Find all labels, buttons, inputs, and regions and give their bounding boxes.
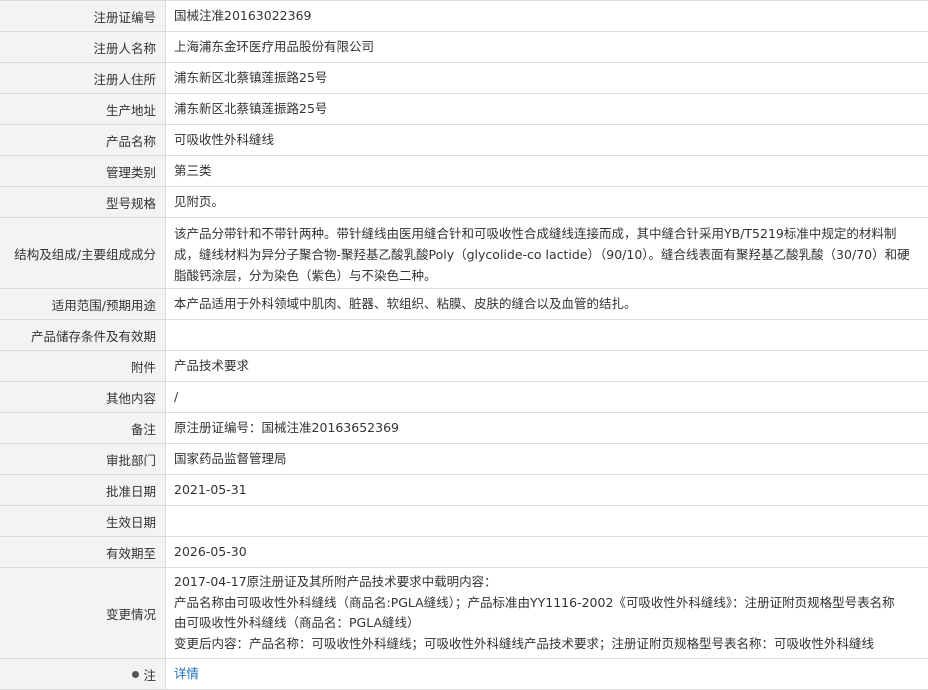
row-approval-department: 审批部门 国家药品监督管理局 [0,444,928,475]
value-structure-composition: 该产品分带针和不带针两种。带针缝线由医用缝合针和可吸收性合成缝线连接而成，其中缝… [174,226,910,283]
row-attachment: 附件 产品技术要求 [0,351,928,382]
value-intended-use: 本产品适用于外科领域中肌肉、脏器、软组织、粘膜、皮肤的缝合以及血管的结扎。 [174,295,637,311]
value-approval-department: 国家药品监督管理局 [174,450,287,466]
row-change-history: 变更情况 2017-04-17原注册证及其所附产品技术要求中载明内容： 产品名称… [0,568,928,659]
change-line-2: 产品名称由可吸收性外科缝线（商品名:PGLA缝线）；产品标准由YY1116-20… [174,594,895,610]
label-note: 注 [0,659,166,689]
bullet-icon [132,670,140,678]
change-line-4: 变更后内容：产品名称：可吸收性外科缝线；可吸收性外科缝线产品技术要求；注册证附页… [174,635,875,651]
label-production-address: 生产地址 [0,94,166,124]
details-link[interactable]: 详情 [174,664,199,685]
label-valid-until: 有效期至 [0,537,166,567]
value-management-category: 第三类 [174,162,212,178]
label-attachment: 附件 [0,351,166,381]
label-model-spec: 型号规格 [0,187,166,217]
row-registrant-address: 注册人住所 浦东新区北蔡镇莲振路25号 [0,63,928,94]
value-change-history: 2017-04-17原注册证及其所附产品技术要求中载明内容： 产品名称由可吸收性… [166,568,928,658]
row-product-name: 产品名称 可吸收性外科缝线 [0,125,928,156]
label-effective-date: 生效日期 [0,506,166,536]
value-model-spec: 见附页。 [174,193,225,209]
row-intended-use: 适用范围/预期用途 本产品适用于外科领域中肌肉、脏器、软组织、粘膜、皮肤的缝合以… [0,289,928,320]
value-storage-conditions [166,320,928,350]
value-other-content: / [174,388,179,404]
row-production-address: 生产地址 浦东新区北蔡镇莲振路25号 [0,94,928,125]
row-remarks: 备注 原注册证编号：国械注准20163652369 [0,413,928,444]
registration-detail-table: 注册证编号 国械注准20163022369 注册人名称 上海浦东金环医疗用品股份… [0,0,928,690]
value-registrant-address: 浦东新区北蔡镇莲振路25号 [174,69,328,85]
value-valid-until: 2026-05-30 [174,543,247,559]
label-product-name: 产品名称 [0,125,166,155]
label-change-history: 变更情况 [0,568,166,658]
row-valid-until: 有效期至 2026-05-30 [0,537,928,568]
label-structure-composition: 结构及组成/主要组成成分 [0,218,166,288]
value-registration-number: 国械注准20163022369 [174,7,312,23]
label-approval-date: 批准日期 [0,475,166,505]
row-storage-conditions: 产品储存条件及有效期 [0,320,928,351]
label-registration-number: 注册证编号 [0,1,166,31]
label-management-category: 管理类别 [0,156,166,186]
change-line-1: 2017-04-17原注册证及其所附产品技术要求中载明内容： [174,574,497,589]
label-other-content: 其他内容 [0,382,166,412]
row-structure-composition: 结构及组成/主要组成成分 该产品分带针和不带针两种。带针缝线由医用缝合针和可吸收… [0,218,928,289]
label-note-text: 注 [143,667,156,683]
row-registration-number: 注册证编号 国械注准20163022369 [0,1,928,32]
value-effective-date [166,506,928,536]
change-line-3: 由可吸收性外科缝线（商品名：PGLA缝线） [174,615,420,630]
value-registrant-name: 上海浦东金环医疗用品股份有限公司 [174,38,375,54]
label-storage-conditions: 产品储存条件及有效期 [0,320,166,350]
row-other-content: 其他内容 / [0,382,928,413]
row-management-category: 管理类别 第三类 [0,156,928,187]
row-approval-date: 批准日期 2021-05-31 [0,475,928,506]
label-registrant-name: 注册人名称 [0,32,166,62]
row-effective-date: 生效日期 [0,506,928,537]
value-note: 详情 [166,659,928,689]
row-model-spec: 型号规格 见附页。 [0,187,928,218]
label-remarks: 备注 [0,413,166,443]
label-registrant-address: 注册人住所 [0,63,166,93]
row-note: 注 详情 [0,659,928,690]
value-approval-date: 2021-05-31 [174,481,247,497]
value-remarks: 原注册证编号：国械注准20163652369 [174,419,399,435]
row-registrant-name: 注册人名称 上海浦东金环医疗用品股份有限公司 [0,32,928,63]
value-attachment: 产品技术要求 [174,357,250,373]
label-intended-use: 适用范围/预期用途 [0,289,166,319]
value-production-address: 浦东新区北蔡镇莲振路25号 [174,100,328,116]
value-product-name: 可吸收性外科缝线 [174,131,275,147]
label-approval-department: 审批部门 [0,444,166,474]
